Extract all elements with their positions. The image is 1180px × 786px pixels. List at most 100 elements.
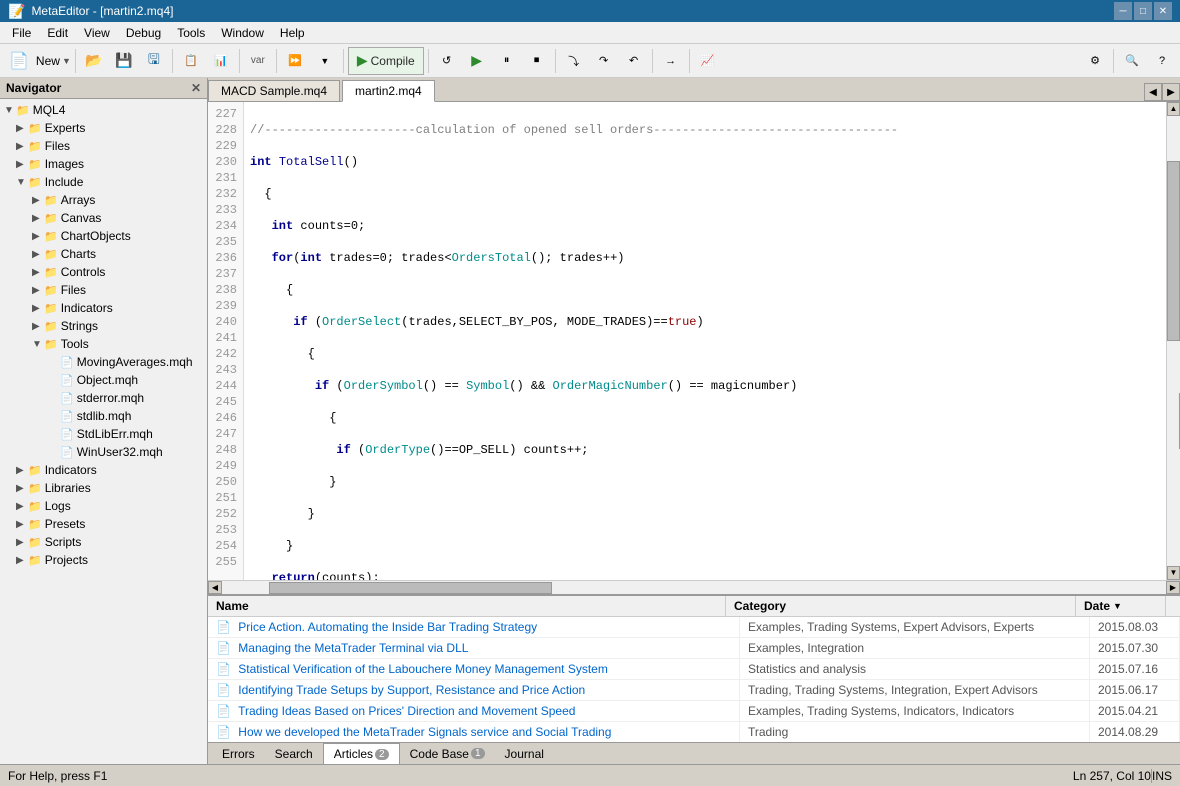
save-all-button[interactable]: 🖫 <box>140 47 168 75</box>
menu-view[interactable]: View <box>76 22 118 44</box>
tab-nav-left[interactable]: ◀ <box>1144 83 1162 101</box>
tree-stdlib[interactable]: 📄 stdlib.mqh <box>0 407 207 425</box>
tree-tools[interactable]: ▼ 📁 Tools <box>0 335 207 353</box>
new-button-group[interactable]: 📄 New ▼ <box>4 47 71 75</box>
tab-journal[interactable]: Journal <box>495 743 554 765</box>
tree-images[interactable]: ▶ 📁 Images <box>0 155 207 173</box>
tree-libraries-label: Libraries <box>45 481 91 495</box>
breakpoint-button[interactable]: ⏩ <box>281 47 309 75</box>
new-button[interactable]: 📄 <box>4 47 34 75</box>
tree-mql4[interactable]: ▼ 📁 MQL4 <box>0 101 207 119</box>
save-button[interactable]: 💾 <box>110 47 138 75</box>
tab-search[interactable]: Search <box>265 743 323 765</box>
view2-button[interactable]: 📊 <box>207 47 235 75</box>
tree-include[interactable]: ▼ 📁 Include <box>0 173 207 191</box>
open-button[interactable]: 📂 <box>80 47 108 75</box>
tree-strings[interactable]: ▶ 📁 Strings <box>0 317 207 335</box>
horizontal-scrollbar[interactable]: ◀ ▶ <box>208 580 1180 594</box>
vertical-scrollbar[interactable]: ▲ ▼ <box>1166 102 1180 580</box>
help-button[interactable]: ? <box>1148 47 1176 75</box>
tree-arrays[interactable]: ▶ 📁 Arrays <box>0 191 207 209</box>
search-button[interactable]: 🔍 <box>1118 47 1146 75</box>
article-row-0[interactable]: 📄 Price Action. Automating the Inside Ba… <box>208 617 1180 638</box>
menu-edit[interactable]: Edit <box>39 22 76 44</box>
tree-charts[interactable]: ▶ 📁 Charts <box>0 245 207 263</box>
tree-stderror[interactable]: 📄 stderror.mqh <box>0 389 207 407</box>
navigator-close[interactable]: ✕ <box>191 81 201 95</box>
article-name-0: 📄 Price Action. Automating the Inside Ba… <box>208 617 740 637</box>
pause-button[interactable]: ⏸ <box>493 47 521 75</box>
compile-label: Compile <box>371 54 415 68</box>
tree-indicators2[interactable]: ▶ 📁 Indicators <box>0 461 207 479</box>
step-out-button[interactable]: ↶ <box>620 47 648 75</box>
article-row-3[interactable]: 📄 Identifying Trade Setups by Support, R… <box>208 680 1180 701</box>
tab-macd[interactable]: MACD Sample.mq4 <box>208 80 340 101</box>
step-over-button[interactable]: ↷ <box>590 47 618 75</box>
scroll-thumb[interactable] <box>1167 161 1180 341</box>
code-line-239: } <box>250 506 1160 522</box>
code-line-230: int counts=0; <box>250 218 1160 234</box>
stop-button[interactable]: ⏹ <box>523 47 551 75</box>
compile-button[interactable]: ▶ Compile <box>348 47 424 75</box>
tree-logs[interactable]: ▶ 📁 Logs <box>0 497 207 515</box>
sep-3 <box>239 49 240 73</box>
menu-file[interactable]: File <box>4 22 39 44</box>
window-controls: ─ □ ✕ <box>1114 2 1172 20</box>
tab-errors[interactable]: Errors <box>212 743 265 765</box>
code-line-238: } <box>250 474 1160 490</box>
step-into-button[interactable]: ⤵ <box>560 47 588 75</box>
maximize-button[interactable]: □ <box>1134 2 1152 20</box>
folder-controls-icon: 📁 <box>44 266 58 279</box>
menu-tools[interactable]: Tools <box>169 22 213 44</box>
article-row-4[interactable]: 📄 Trading Ideas Based on Prices' Directi… <box>208 701 1180 722</box>
code-container[interactable]: 227 228 229 230 231 232 233 234 235 236 … <box>208 102 1180 580</box>
tree-stdliberr[interactable]: 📄 StdLibErr.mqh <box>0 425 207 443</box>
menu-help[interactable]: Help <box>272 22 313 44</box>
tab-martin[interactable]: martin2.mq4 <box>342 80 435 102</box>
tree-libraries[interactable]: ▶ 📁 Libraries <box>0 479 207 497</box>
menu-window[interactable]: Window <box>213 22 272 44</box>
article-name-1: 📄 Managing the MetaTrader Terminal via D… <box>208 638 740 658</box>
scroll-left-button[interactable]: ◀ <box>208 581 222 594</box>
back-button[interactable]: ↺ <box>433 47 461 75</box>
breakpoint-drop-button[interactable]: ▼ <box>311 47 339 75</box>
scroll-up-button[interactable]: ▲ <box>1167 102 1180 116</box>
tree-files[interactable]: ▶ 📁 Files <box>0 137 207 155</box>
new-dropdown-icon[interactable]: ▼ <box>62 56 71 66</box>
tree-scripts[interactable]: ▶ 📁 Scripts <box>0 533 207 551</box>
code-text[interactable]: //---------------------calculation of op… <box>244 102 1166 580</box>
horiz-scroll-thumb[interactable] <box>269 582 552 594</box>
run-button[interactable]: ▶ <box>463 47 491 75</box>
tree-experts[interactable]: ▶ 📁 Experts <box>0 119 207 137</box>
tree-files2[interactable]: ▶ 📁 Files <box>0 281 207 299</box>
scroll-down-button[interactable]: ▼ <box>1167 566 1180 580</box>
view2-icon: 📊 <box>214 54 228 67</box>
tree-projects[interactable]: ▶ 📁 Projects <box>0 551 207 569</box>
minimize-button[interactable]: ─ <box>1114 2 1132 20</box>
tab-articles[interactable]: Articles 2 <box>323 743 400 765</box>
chart-button[interactable]: 📈 <box>694 47 722 75</box>
article-icon-5: 📄 <box>216 725 231 739</box>
article-row-1[interactable]: 📄 Managing the MetaTrader Terminal via D… <box>208 638 1180 659</box>
tab-codebase[interactable]: Code Base 1 <box>400 743 495 765</box>
tab-nav-right[interactable]: ▶ <box>1162 83 1180 101</box>
tree-controls[interactable]: ▶ 📁 Controls <box>0 263 207 281</box>
tree-object[interactable]: 📄 Object.mqh <box>0 371 207 389</box>
tree-images-label: Images <box>45 157 84 171</box>
settings-button[interactable]: ⚙ <box>1081 47 1109 75</box>
tree-indicators[interactable]: ▶ 📁 Indicators <box>0 299 207 317</box>
view-button[interactable]: 📋 <box>177 47 205 75</box>
tree-movingaverages[interactable]: 📄 MovingAverages.mqh <box>0 353 207 371</box>
scroll-right-button[interactable]: ▶ <box>1166 581 1180 594</box>
close-button[interactable]: ✕ <box>1154 2 1172 20</box>
tree-winuser32[interactable]: 📄 WinUser32.mqh <box>0 443 207 461</box>
var-button[interactable]: var <box>244 47 272 75</box>
tree-presets[interactable]: ▶ 📁 Presets <box>0 515 207 533</box>
article-row-2[interactable]: 📄 Statistical Verification of the Labouc… <box>208 659 1180 680</box>
goto-button[interactable]: → <box>657 47 685 75</box>
menu-debug[interactable]: Debug <box>118 22 169 44</box>
folder-files-icon: 📁 <box>28 140 42 153</box>
tree-canvas[interactable]: ▶ 📁 Canvas <box>0 209 207 227</box>
tree-chartobjects[interactable]: ▶ 📁 ChartObjects <box>0 227 207 245</box>
article-row-5[interactable]: 📄 How we developed the MetaTrader Signal… <box>208 722 1180 742</box>
